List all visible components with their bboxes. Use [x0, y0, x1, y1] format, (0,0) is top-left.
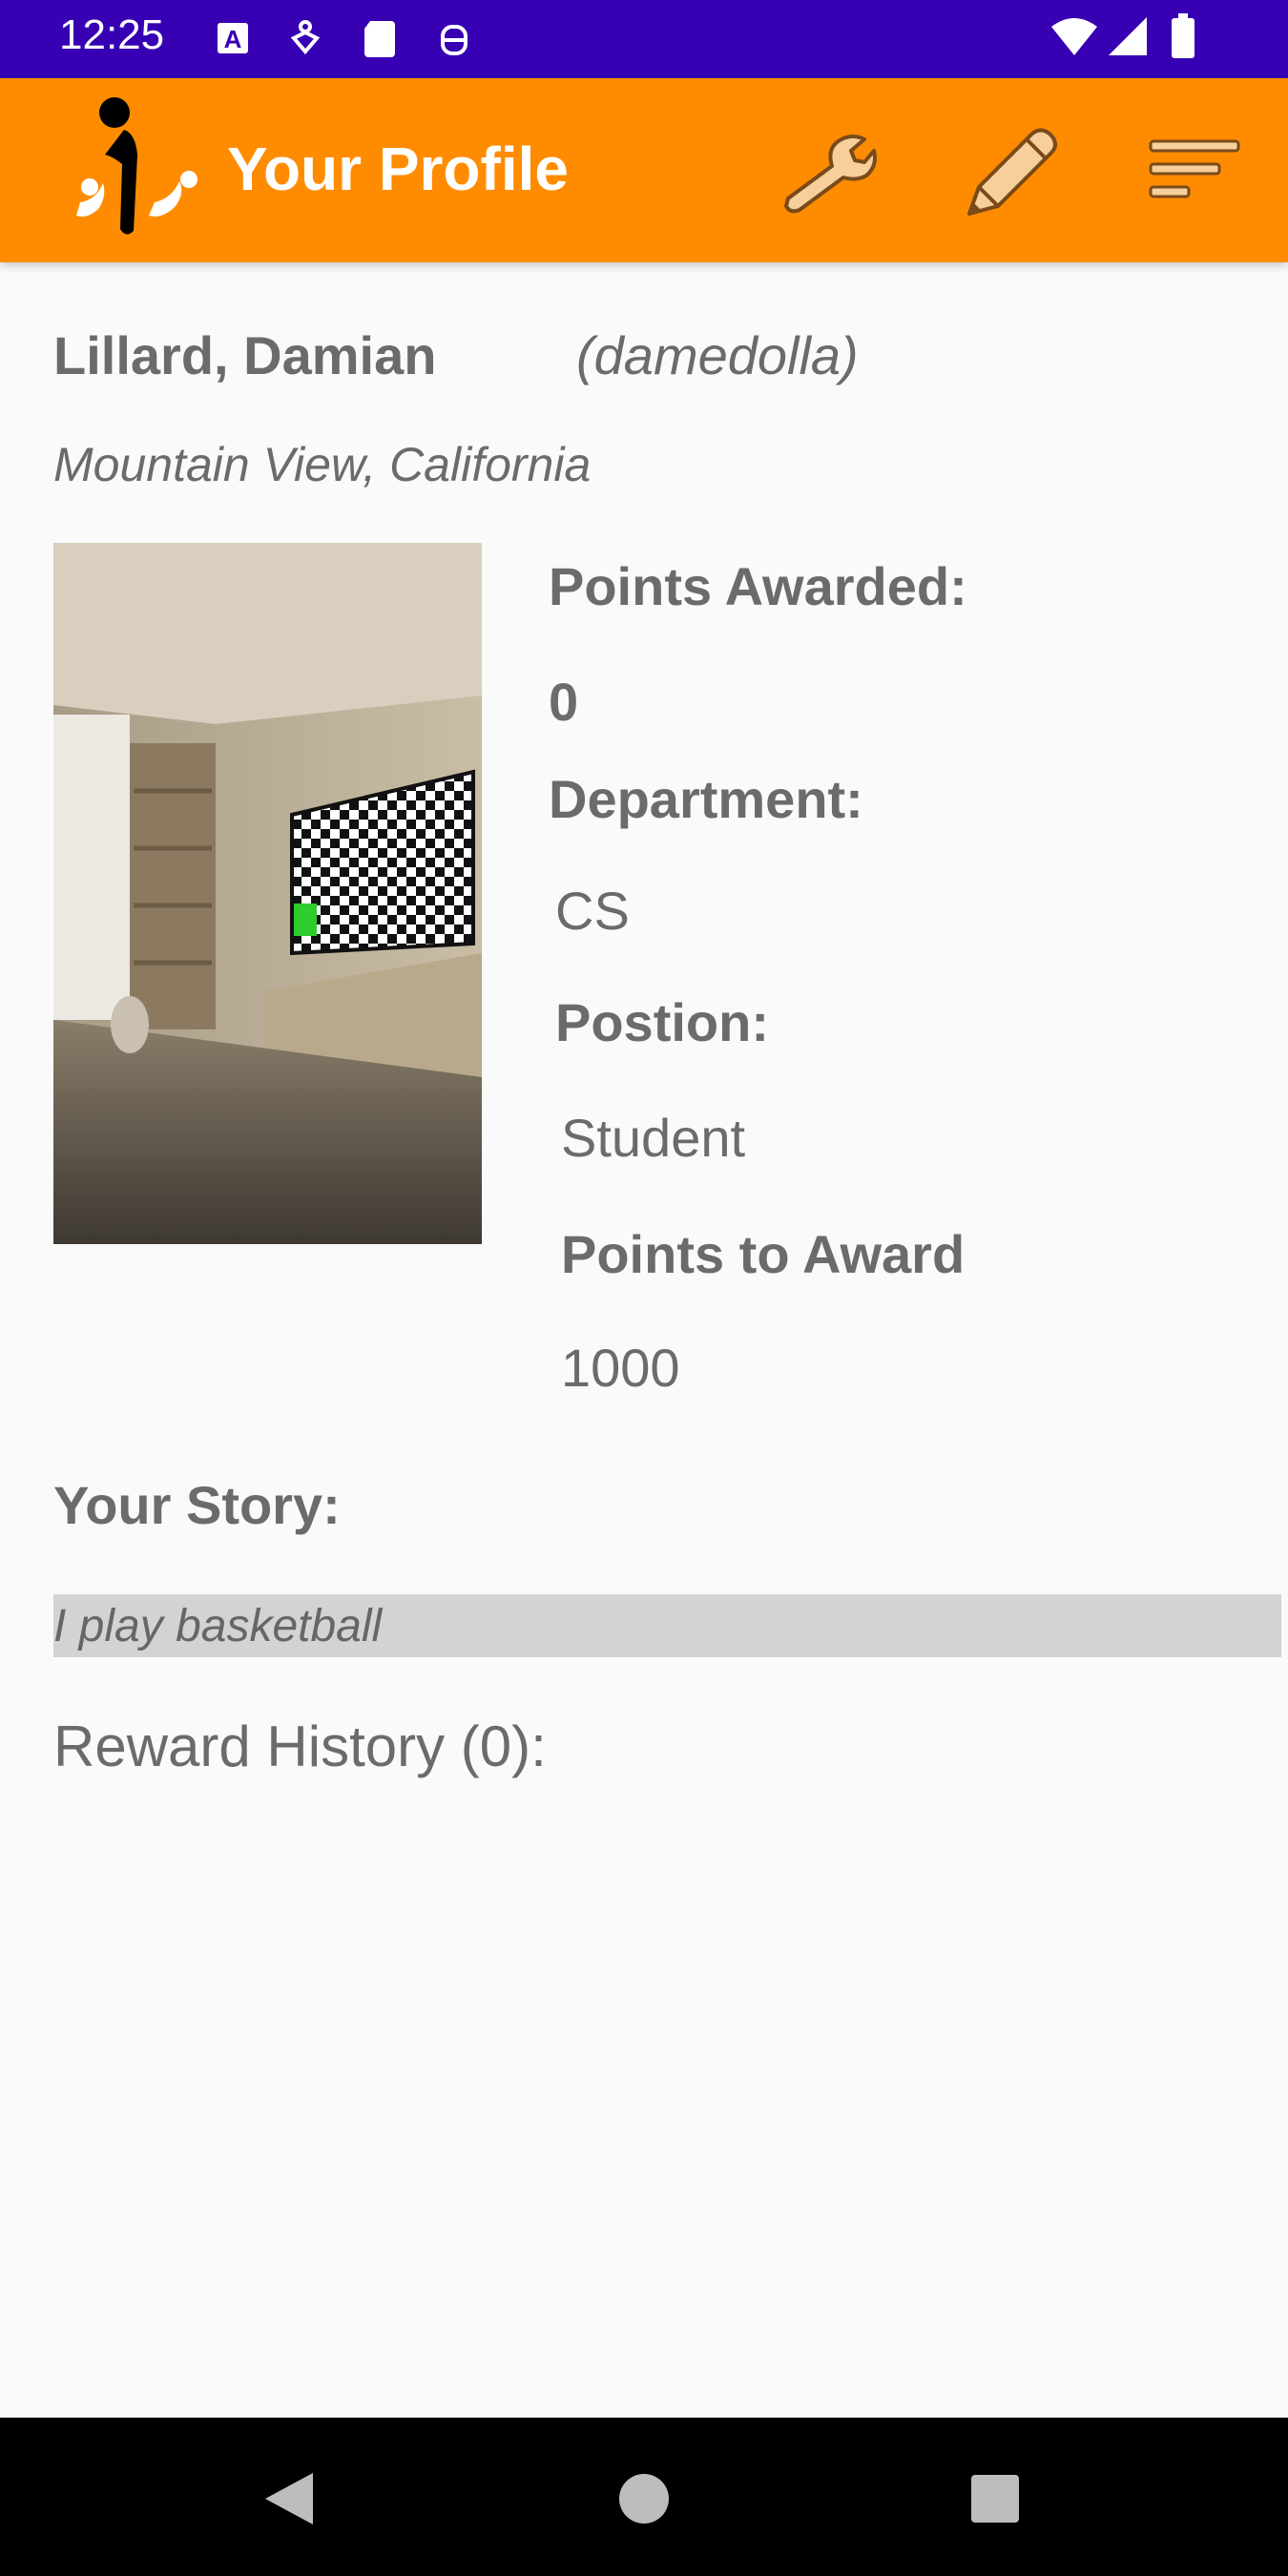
a-notification-icon: A	[214, 17, 252, 64]
page-title: Your Profile	[227, 135, 569, 203]
sort-menu-button[interactable]	[1141, 118, 1246, 223]
system-nav-bar	[0, 2418, 1288, 2576]
accessibility-icon	[286, 17, 324, 64]
cell-signal-icon	[1107, 15, 1149, 62]
sort-menu-icon	[1149, 139, 1240, 198]
app-bar: Your Profile	[0, 78, 1288, 262]
department-value: CS	[555, 881, 630, 941]
back-button[interactable]	[256, 2465, 322, 2532]
points-awarded-label: Points Awarded:	[549, 556, 967, 616]
points-to-award-label: Points to Award	[561, 1224, 966, 1284]
settings-button[interactable]	[775, 118, 880, 223]
battery-icon	[1170, 13, 1196, 64]
story-text: I play basketball	[53, 1601, 383, 1652]
home-icon	[619, 2474, 669, 2524]
edit-button[interactable]	[960, 118, 1065, 223]
position-value: Student	[561, 1108, 746, 1168]
app-logo-icon	[67, 88, 219, 255]
status-bar: 12:25 A	[0, 0, 1288, 78]
department-label: Department:	[549, 769, 863, 829]
recents-button[interactable]	[962, 2465, 1028, 2532]
position-label: Postion:	[555, 992, 769, 1052]
wrench-icon	[784, 135, 877, 214]
profile-username: (damedolla)	[576, 325, 859, 385]
sd-card-icon	[361, 17, 399, 64]
profile-location: Mountain View, California	[53, 438, 592, 491]
svg-text:A: A	[224, 25, 242, 53]
home-button[interactable]	[611, 2465, 677, 2532]
profile-name: Lillard, Damian	[53, 325, 437, 385]
pencil-icon	[967, 128, 1057, 216]
status-time: 12:25	[59, 11, 165, 58]
points-awarded-value: 0	[549, 672, 579, 732]
debug-icon	[435, 17, 473, 64]
story-label: Your Story:	[53, 1475, 341, 1535]
reward-history-label: Reward History (0):	[53, 1714, 547, 1778]
back-icon	[265, 2473, 313, 2524]
story-box: I play basketball	[53, 1594, 1281, 1657]
wifi-icon	[1049, 15, 1099, 62]
recents-icon	[971, 2475, 1019, 2523]
points-to-award-value: 1000	[561, 1338, 680, 1398]
profile-photo	[53, 543, 482, 1244]
